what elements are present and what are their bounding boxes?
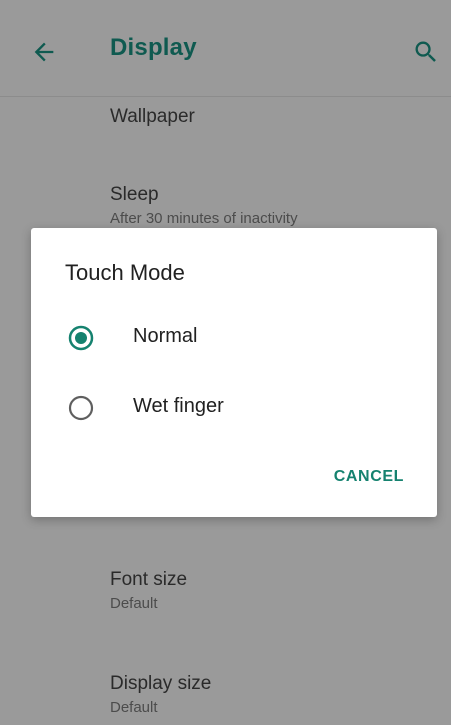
list-item-label: Sleep	[110, 184, 159, 205]
list-item-display-size[interactable]: Display size Default	[110, 672, 211, 718]
display-settings-screen: Display Wallpaper Sleep After 30 minutes…	[0, 0, 451, 725]
touch-mode-dialog: Touch Mode Normal Wet finger CANCEL	[31, 228, 437, 517]
option-label: Wet finger	[133, 395, 224, 417]
list-item-wallpaper[interactable]: Wallpaper	[110, 105, 195, 129]
search-icon[interactable]	[412, 38, 440, 66]
option-normal[interactable]: Normal	[31, 304, 437, 368]
option-label: Normal	[133, 325, 198, 347]
list-item-summary: After 30 minutes of inactivity	[110, 210, 298, 227]
radio-unchecked-icon[interactable]	[67, 394, 95, 422]
list-item-label: Wallpaper	[110, 106, 195, 127]
list-item-font-size[interactable]: Font size Default	[110, 568, 187, 614]
cancel-button[interactable]: CANCEL	[334, 468, 404, 486]
page-title: Display	[110, 34, 197, 61]
app-bar: Display	[0, 0, 451, 97]
list-item-label: Font size	[110, 569, 188, 590]
list-item-label: Display size	[110, 673, 212, 694]
arrow-left-icon[interactable]	[30, 38, 58, 66]
list-item-summary: Default	[110, 595, 158, 612]
list-item-sleep[interactable]: Sleep After 30 minutes of inactivity	[110, 183, 298, 229]
radio-checked-icon[interactable]	[67, 324, 95, 352]
list-item-summary: Default	[110, 699, 158, 716]
option-wet-finger[interactable]: Wet finger	[31, 374, 437, 438]
dialog-title: Touch Mode	[65, 260, 185, 285]
